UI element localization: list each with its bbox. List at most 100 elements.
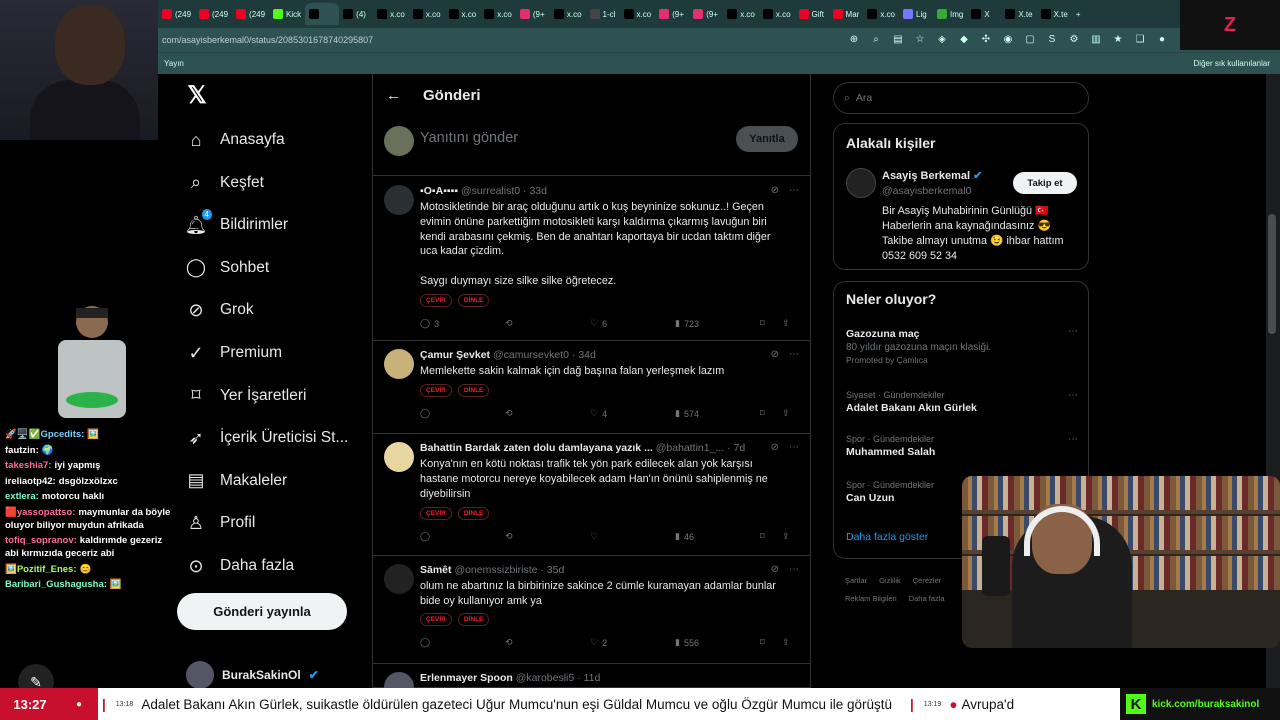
tweet-handle[interactable]: @surrealist0 · 33d <box>461 185 547 197</box>
nav-item[interactable]: ⊘ Grok <box>186 292 371 328</box>
browser-tab[interactable]: x.co <box>480 3 516 25</box>
bookmark-item[interactable]: Yayın <box>164 59 184 68</box>
tweet-handle[interactable]: @onemssizbiriste · 35d <box>454 564 564 576</box>
repost-action[interactable]: ⟲ <box>505 531 590 542</box>
reply-input[interactable]: Yanıtını gönder <box>420 130 518 146</box>
views-action[interactable]: ▮ 46 <box>675 531 760 542</box>
x-logo-icon[interactable]: 𝕏 <box>183 82 211 110</box>
footer-link[interactable]: Daha fazla <box>909 594 945 603</box>
tweet-author[interactable]: Bahattin Bardak zaten dolu damlayana yaz… <box>420 442 653 454</box>
browser-tab[interactable]: (249 <box>195 3 232 25</box>
listen-tag[interactable]: DİNLE <box>457 384 490 397</box>
tweet-handle[interactable]: @karobesli5 · 11d <box>516 672 601 684</box>
browser-tab[interactable]: (9+ <box>655 3 689 25</box>
follow-button[interactable]: Takip et <box>1013 172 1077 194</box>
more-icon[interactable]: ⋯ <box>1068 326 1078 337</box>
more-icon[interactable]: ⋯ <box>789 349 799 360</box>
other-bookmarks[interactable]: Diğer sık kullanılanlar <box>1194 59 1270 68</box>
grok-icon[interactable]: ⊘ <box>771 564 779 575</box>
trend-item[interactable]: Siyaset · Gündemdekiler Adalet Bakanı Akı… <box>846 390 1078 414</box>
trend-item[interactable]: Gazozuna maç 80 yıldır gazozuna maçın kla… <box>846 326 1078 365</box>
browser-tab[interactable]: X.te <box>1037 3 1072 25</box>
tweet-handle[interactable]: @bahattin1_... · 7d <box>656 442 745 454</box>
zoom-icon[interactable]: ⌕ <box>870 34 882 46</box>
more-icon[interactable]: ⋯ <box>789 185 799 196</box>
views-action[interactable]: ▮ 556 <box>675 637 760 648</box>
browser-tab[interactable]: x.co <box>373 3 409 25</box>
nav-item[interactable]: ⊙ Daha fazla <box>186 548 371 584</box>
browser-tab[interactable]: Lig <box>899 3 933 25</box>
browser-tab[interactable]: x.co <box>863 3 899 25</box>
extension-icon[interactable]: ◉ <box>1002 34 1014 46</box>
browser-tab[interactable]: x.co <box>723 3 759 25</box>
favorites-icon[interactable]: ★ <box>1112 34 1124 46</box>
tweet-author[interactable]: Sāmêt <box>420 564 452 576</box>
browser-tab[interactable]: 1-cl <box>586 3 620 25</box>
browser-tab[interactable]: X.te <box>1001 3 1036 25</box>
like-action[interactable]: ♡ 6 <box>590 318 675 329</box>
nav-item[interactable]: ✓ Premium <box>186 335 371 371</box>
repost-action[interactable]: ⟲ <box>505 637 590 648</box>
tweet[interactable]: ▪O▪A▪▪▪▪ @surrealist0 · 33d ⊘ ⋯ Motosikleti… <box>372 177 811 341</box>
share-action[interactable]: ⇪ <box>782 531 790 542</box>
browser-tab[interactable]: X <box>967 3 1001 25</box>
more-icon[interactable]: ⋯ <box>789 442 799 453</box>
avatar-icon[interactable]: ● <box>1156 34 1168 46</box>
account-switcher[interactable]: BurakSakinOl ✔ <box>186 661 366 689</box>
tweet[interactable]: Çamur Şevket @camursevket0 · 34d ⊘ ⋯ Memlek… <box>372 341 811 434</box>
translate-tag[interactable]: ÇEVİR <box>420 384 452 397</box>
browser-tab[interactable]: (249 <box>232 3 269 25</box>
bookmark-action[interactable]: ⌑ <box>760 408 782 419</box>
like-action[interactable]: ♡ <box>590 531 675 542</box>
browser-tab[interactable]: x.co <box>620 3 656 25</box>
nav-item[interactable]: ▤ Makaleler <box>186 463 371 499</box>
repost-action[interactable]: ⟲ <box>505 408 590 419</box>
avatar[interactable] <box>384 442 414 472</box>
avatar[interactable] <box>384 564 414 594</box>
scrollbar-thumb[interactable] <box>1268 214 1276 334</box>
browser-tab[interactable]: (9+ <box>689 3 723 25</box>
extension-icon[interactable]: ◈ <box>936 34 948 46</box>
new-tab-button[interactable]: + <box>1072 3 1106 25</box>
listen-tag[interactable]: DİNLE <box>457 613 490 626</box>
url-field[interactable]: com/asayisberkemal0/status/2085301678740… <box>162 35 373 45</box>
tweet-handle[interactable]: @camursevket0 · 34d <box>493 349 596 361</box>
translate-icon[interactable]: ⊕ <box>848 34 860 46</box>
browser-tab[interactable]: (249 <box>158 3 195 25</box>
browser-tab[interactable]: x.co <box>550 3 586 25</box>
browser-tab[interactable]: Mar <box>829 3 864 25</box>
split-icon[interactable]: ▥ <box>1090 34 1102 46</box>
bookmark-action[interactable]: ⌑ <box>760 637 782 648</box>
grok-icon[interactable]: ⊘ <box>771 442 779 453</box>
listen-tag[interactable]: DİNLE <box>457 507 490 520</box>
browser-tab[interactable]: Gift <box>795 3 829 25</box>
tweet-author[interactable]: Erlenmayer Spoon <box>420 672 513 684</box>
star-icon[interactable]: ☆ <box>914 34 926 46</box>
reply-action[interactable]: ◯ <box>420 408 505 419</box>
show-more-link[interactable]: Daha fazla göster <box>846 531 928 543</box>
nav-item[interactable]: ◯ Sohbet <box>186 250 371 286</box>
translate-tag[interactable]: ÇEVİR <box>420 507 452 520</box>
avatar[interactable] <box>384 349 414 379</box>
nav-item[interactable]: ⌕ Keşfet <box>186 165 371 201</box>
browser-tab[interactable]: x.co <box>409 3 445 25</box>
tweet[interactable]: Sāmêt @onemssizbiriste · 35d ⊘ ⋯ olum ne ab… <box>372 556 811 664</box>
nav-item[interactable]: ⌑ Yer İşaretleri <box>186 378 371 414</box>
browser-tab[interactable]: (9+ <box>516 3 550 25</box>
reply-action[interactable]: ◯ <box>420 637 505 648</box>
collections-icon[interactable]: ❏ <box>1134 34 1146 46</box>
footer-link[interactable]: Gizlilik <box>879 576 901 585</box>
avatar[interactable] <box>846 168 876 198</box>
nav-item[interactable]: ➶ İçerik Üreticisi St... <box>186 420 371 456</box>
browser-tab[interactable]: x.co <box>759 3 795 25</box>
browser-tab[interactable]: (4) <box>339 3 373 25</box>
bookmark-action[interactable]: ⌑ <box>760 531 782 542</box>
search-input[interactable]: ⌕ Ara <box>833 82 1089 114</box>
reader-icon[interactable]: ▤ <box>892 34 904 46</box>
nav-item[interactable]: ⌂ Anasayfa <box>186 122 371 158</box>
tweet-author[interactable]: ▪O▪A▪▪▪▪ <box>420 185 458 197</box>
puzzle-icon[interactable]: ⚙ <box>1068 34 1080 46</box>
extension-icon[interactable]: S <box>1046 34 1058 46</box>
post-button[interactable]: Gönderi yayınla <box>177 593 347 630</box>
footer-link[interactable]: Reklam Bilgileri <box>845 594 897 603</box>
